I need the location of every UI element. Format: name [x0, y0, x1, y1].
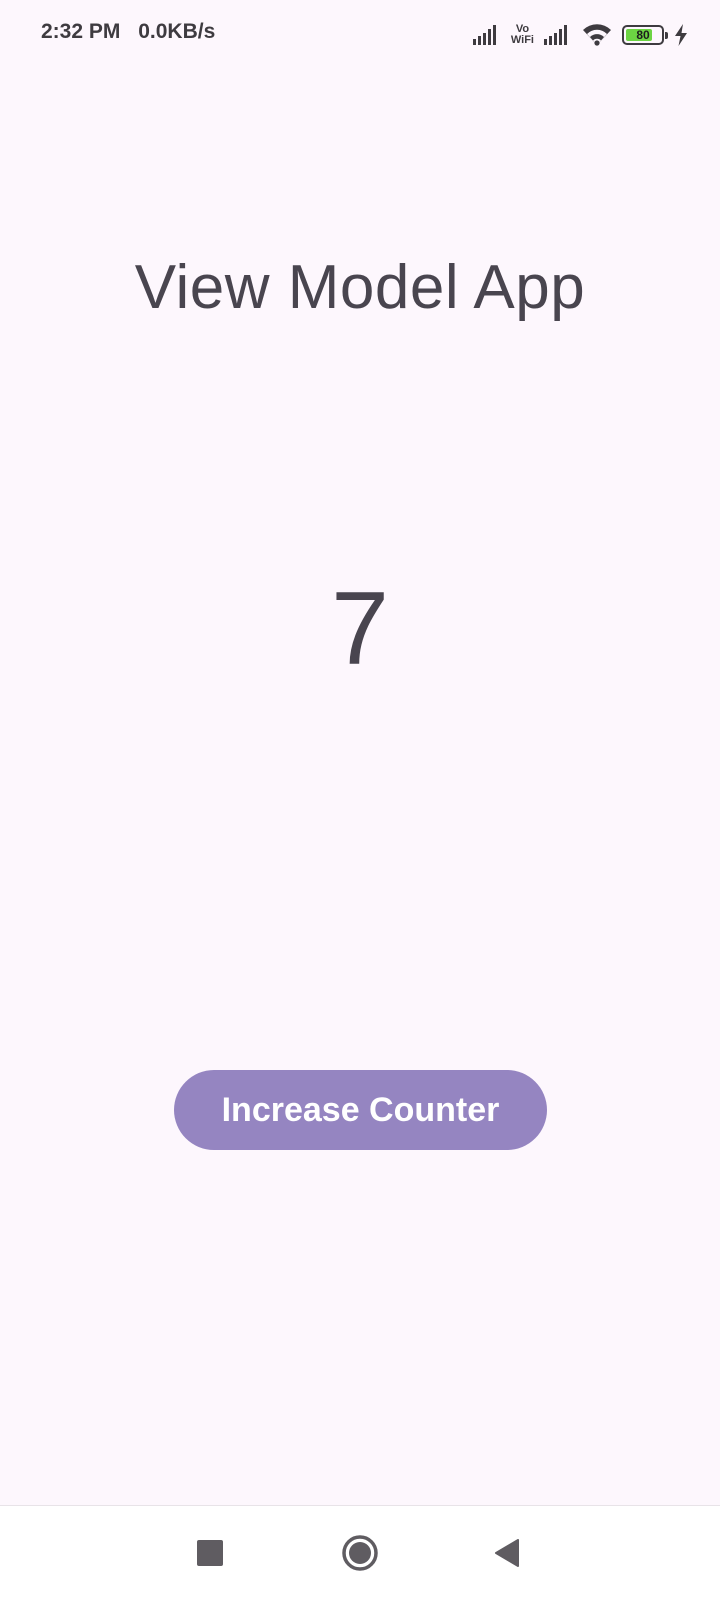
signal-icon [544, 25, 567, 45]
status-icons: Vo WiFi 80 [472, 20, 688, 50]
recents-icon [197, 1540, 223, 1566]
status-time: 2:32 PM [41, 20, 121, 43]
navigation-bar [0, 1505, 720, 1601]
back-icon [495, 1539, 519, 1567]
wifi-icon [583, 24, 611, 46]
charging-icon [675, 24, 687, 46]
home-button[interactable] [335, 1528, 385, 1578]
home-icon [342, 1535, 378, 1571]
counter-value: 7 [331, 571, 389, 687]
battery-icon: 80 [622, 25, 668, 45]
back-button[interactable] [482, 1528, 532, 1578]
status-net-speed: 0.0KB/s [138, 20, 216, 43]
signal-icon [472, 25, 496, 45]
status-bar: 2:32 PM 0.0KB/s Vo WiFi 80 [0, 0, 720, 70]
increase-counter-button[interactable]: Increase Counter [174, 1070, 547, 1150]
status-left: 2:32 PM 0.0KB/s [41, 20, 227, 44]
page-title: View Model App [134, 253, 586, 322]
recents-button[interactable] [185, 1528, 235, 1578]
vowifi-bottom: WiFi [510, 34, 534, 46]
vowifi-icon: Vo WiFi [511, 24, 534, 46]
battery-level: 80 [636, 28, 650, 42]
